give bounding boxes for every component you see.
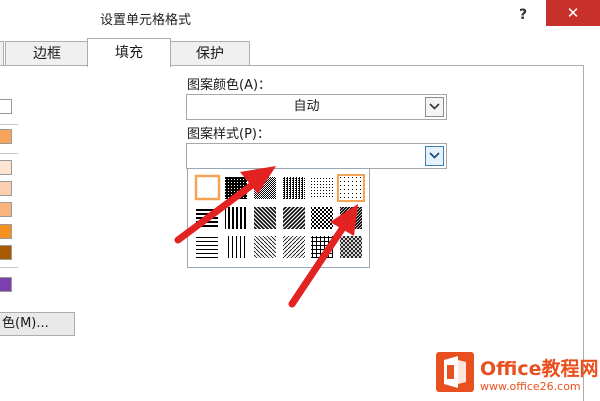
tab-fill[interactable]: 填充 [87, 38, 171, 67]
arrow-icon [288, 204, 358, 308]
arrow-icon [174, 166, 276, 244]
brand-name: Office教程网 [480, 358, 599, 380]
office26-logo: Office教程网 www.office26.com [436, 352, 600, 400]
office-logo-icon [436, 352, 474, 392]
brand-url: www.office26.com [480, 380, 581, 393]
